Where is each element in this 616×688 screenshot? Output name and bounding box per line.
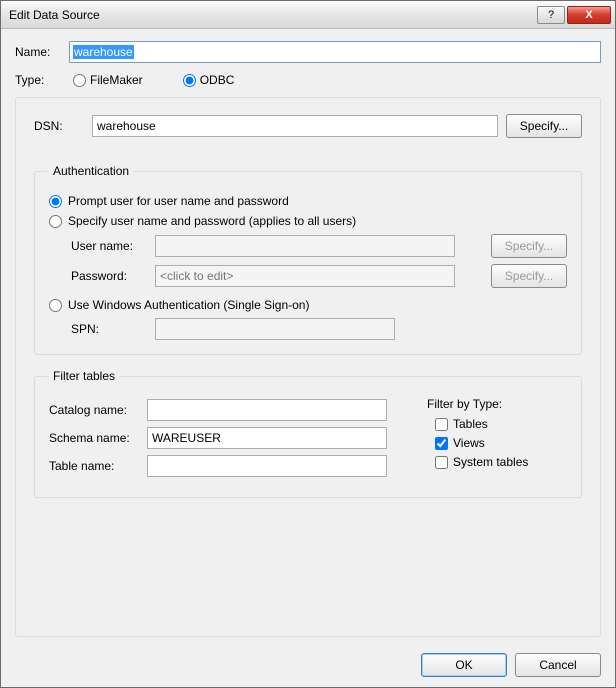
username-specify-button: Specify...	[491, 234, 567, 258]
auth-fieldset: Authentication Prompt user for user name…	[34, 164, 582, 355]
catalog-input[interactable]	[147, 399, 387, 421]
spn-row: SPN:	[71, 318, 567, 340]
titlebar: Edit Data Source ? X	[1, 1, 615, 29]
spn-input	[155, 318, 395, 340]
schema-label: Schema name:	[49, 431, 141, 445]
views-checkbox-row[interactable]: Views	[435, 436, 567, 450]
auth-windows-label: Use Windows Authentication (Single Sign-…	[68, 298, 309, 312]
filter-by-type-label: Filter by Type:	[427, 397, 567, 411]
close-button[interactable]: X	[567, 6, 611, 24]
dialog-footer: OK Cancel	[1, 643, 615, 687]
password-specify-button: Specify...	[491, 264, 567, 288]
catalog-label: Catalog name:	[49, 403, 141, 417]
name-input[interactable]: warehouse	[69, 41, 601, 63]
catalog-row: Catalog name:	[49, 399, 397, 421]
dialog-body: Name: warehouse Type: FileMaker ODBC DSN…	[1, 29, 615, 643]
tables-checkbox-row[interactable]: Tables	[435, 417, 567, 431]
dsn-specify-button[interactable]: Specify...	[506, 114, 582, 138]
auth-specify-option[interactable]: Specify user name and password (applies …	[49, 214, 567, 228]
config-panel: DSN: Specify... Authentication Prompt us…	[15, 97, 601, 637]
type-filemaker-label: FileMaker	[90, 73, 143, 87]
name-label: Name:	[15, 45, 61, 59]
system-checkbox-row[interactable]: System tables	[435, 455, 567, 469]
auth-windows-option[interactable]: Use Windows Authentication (Single Sign-…	[49, 298, 567, 312]
dsn-row: DSN: Specify...	[34, 114, 582, 138]
ok-button[interactable]: OK	[421, 653, 507, 677]
username-input	[155, 235, 455, 257]
schema-row: Schema name:	[49, 427, 397, 449]
help-button[interactable]: ?	[537, 6, 565, 24]
auth-legend: Authentication	[49, 164, 133, 178]
filter-right: Filter by Type: Tables Views System tabl…	[427, 393, 567, 483]
type-odbc-label: ODBC	[200, 73, 235, 87]
schema-input[interactable]	[147, 427, 387, 449]
username-row: User name: Specify...	[71, 234, 567, 258]
views-checkbox-label: Views	[453, 436, 485, 450]
titlebar-buttons: ? X	[537, 6, 611, 24]
auth-prompt-label: Prompt user for user name and password	[68, 194, 289, 208]
table-label: Table name:	[49, 459, 141, 473]
tables-checkbox[interactable]	[435, 418, 448, 431]
tables-checkbox-label: Tables	[453, 417, 488, 431]
dsn-input[interactable]	[92, 115, 498, 137]
auth-windows-radio[interactable]	[49, 299, 62, 312]
password-input	[155, 265, 455, 287]
auth-prompt-radio[interactable]	[49, 195, 62, 208]
password-label: Password:	[71, 269, 149, 283]
type-odbc-radio[interactable]: ODBC	[183, 73, 235, 87]
filter-legend: Filter tables	[49, 369, 119, 383]
type-row: Type: FileMaker ODBC	[15, 73, 601, 87]
type-radios: FileMaker ODBC	[69, 73, 234, 87]
username-label: User name:	[71, 239, 149, 253]
name-input-value: warehouse	[73, 45, 134, 59]
table-row: Table name:	[49, 455, 397, 477]
views-checkbox[interactable]	[435, 437, 448, 450]
filter-fieldset: Filter tables Catalog name: Schema name:…	[34, 369, 582, 498]
type-filemaker-radio[interactable]: FileMaker	[73, 73, 143, 87]
dialog-window: Edit Data Source ? X Name: warehouse Typ…	[0, 0, 616, 688]
cancel-button[interactable]: Cancel	[515, 653, 601, 677]
filter-left: Catalog name: Schema name: Table name:	[49, 393, 397, 483]
type-label: Type:	[15, 73, 61, 87]
name-row: Name: warehouse	[15, 41, 601, 63]
dsn-label: DSN:	[34, 119, 84, 133]
table-input[interactable]	[147, 455, 387, 477]
filter-area: Catalog name: Schema name: Table name:	[49, 393, 567, 483]
window-title: Edit Data Source	[9, 8, 537, 22]
auth-prompt-option[interactable]: Prompt user for user name and password	[49, 194, 567, 208]
password-row: Password: Specify...	[71, 264, 567, 288]
system-checkbox-label: System tables	[453, 455, 528, 469]
auth-specify-label: Specify user name and password (applies …	[68, 214, 356, 228]
spn-label: SPN:	[71, 322, 149, 336]
type-filemaker-input[interactable]	[73, 74, 86, 87]
auth-specify-radio[interactable]	[49, 215, 62, 228]
type-odbc-input[interactable]	[183, 74, 196, 87]
system-checkbox[interactable]	[435, 456, 448, 469]
